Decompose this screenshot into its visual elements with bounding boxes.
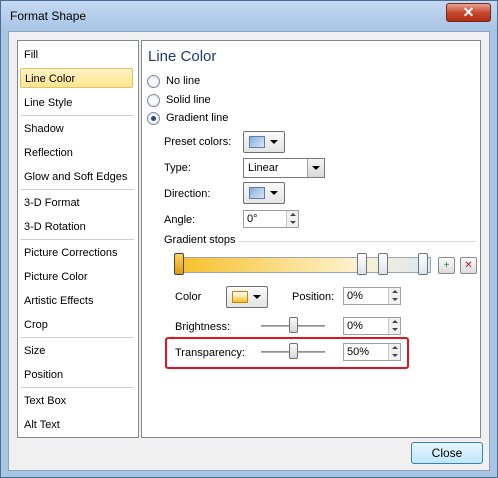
angle-value[interactable]: 0° xyxy=(247,213,258,225)
position-value[interactable]: 0% xyxy=(347,290,363,302)
nav-item-shadow[interactable]: Shadow xyxy=(24,119,130,139)
spin-down-icon[interactable] xyxy=(388,326,400,334)
spin-up-icon[interactable] xyxy=(286,211,298,219)
chevron-down-icon[interactable] xyxy=(307,159,324,177)
gradient-line-radio[interactable] xyxy=(147,112,160,125)
preset-colors-label: Preset colors: xyxy=(164,136,232,148)
nav-item-glow-soft-edges[interactable]: Glow and Soft Edges xyxy=(24,167,130,187)
no-line-radio[interactable] xyxy=(147,75,160,88)
nav-separator xyxy=(20,115,134,116)
dialog-client-area: Fill Line Color Line Style Shadow Reflec… xyxy=(8,31,490,471)
add-gradient-stop-button[interactable]: + xyxy=(438,257,455,274)
nav-separator xyxy=(20,337,134,338)
format-shape-dialog: Format Shape ✕ Fill Line Color Line Styl… xyxy=(0,0,498,478)
solid-line-label[interactable]: Solid line xyxy=(166,94,211,106)
gradient-line-label[interactable]: Gradient line xyxy=(166,112,228,124)
direction-label: Direction: xyxy=(164,188,211,200)
nav-item-fill[interactable]: Fill xyxy=(24,45,130,65)
title-bar: Format Shape ✕ xyxy=(1,1,497,31)
nav-item-3d-rotation[interactable]: 3-D Rotation xyxy=(24,217,130,237)
position-spinner[interactable]: 0% xyxy=(343,287,401,305)
chevron-down-icon xyxy=(253,295,261,299)
gradient-stop[interactable] xyxy=(357,253,367,275)
remove-gradient-stop-button[interactable]: ✕ xyxy=(460,257,477,274)
preset-colors-dropdown[interactable] xyxy=(243,131,285,153)
position-label: Position: xyxy=(292,291,335,303)
spin-down-icon[interactable] xyxy=(286,219,298,227)
no-line-label[interactable]: No line xyxy=(166,75,200,87)
brightness-value[interactable]: 0% xyxy=(347,320,363,332)
angle-label: Angle: xyxy=(164,214,196,226)
spin-up-icon[interactable] xyxy=(388,318,400,326)
brightness-spinner[interactable]: 0% xyxy=(343,317,401,335)
gradient-preset-swatch-icon xyxy=(249,136,265,148)
nav-separator xyxy=(20,387,134,388)
brightness-slider-thumb[interactable] xyxy=(289,317,298,333)
nav-separator xyxy=(20,239,134,240)
nav-item-artistic-effects[interactable]: Artistic Effects xyxy=(24,291,130,311)
nav-item-3d-format[interactable]: 3-D Format xyxy=(24,193,130,213)
nav-item-picture-color[interactable]: Picture Color xyxy=(24,267,130,287)
solid-line-radio[interactable] xyxy=(147,94,160,107)
stop-color-dropdown[interactable] xyxy=(226,286,268,308)
window-close-button[interactable]: ✕ xyxy=(446,3,491,22)
direction-swatch-icon xyxy=(249,187,265,199)
angle-spinner[interactable]: 0° xyxy=(243,210,299,228)
type-label: Type: xyxy=(164,162,191,174)
nav-item-size[interactable]: Size xyxy=(24,341,130,361)
paint-bucket-icon xyxy=(232,291,248,303)
nav-item-text-box[interactable]: Text Box xyxy=(24,391,130,411)
direction-dropdown[interactable] xyxy=(243,182,285,204)
nav-item-crop[interactable]: Crop xyxy=(24,315,130,335)
nav-separator xyxy=(20,189,134,190)
type-value: Linear xyxy=(248,162,279,174)
gradient-stop[interactable] xyxy=(378,253,388,275)
nav-item-position[interactable]: Position xyxy=(24,365,130,385)
close-button[interactable]: Close xyxy=(411,442,483,464)
chevron-down-icon xyxy=(270,140,278,144)
spin-up-icon[interactable] xyxy=(388,288,400,296)
gradient-stop-selected[interactable] xyxy=(174,253,184,275)
nav-item-line-style[interactable]: Line Style xyxy=(24,93,130,113)
spin-down-icon[interactable] xyxy=(388,296,400,304)
chevron-down-icon xyxy=(270,191,278,195)
color-label: Color xyxy=(175,291,202,303)
gradient-stops-bar[interactable] xyxy=(175,257,431,273)
nav-item-line-color[interactable]: Line Color xyxy=(20,68,133,88)
gradient-stop[interactable] xyxy=(418,253,428,275)
brightness-label: Brightness: xyxy=(175,321,231,333)
nav-item-reflection[interactable]: Reflection xyxy=(24,143,130,163)
category-nav: Fill Line Color Line Style Shadow Reflec… xyxy=(17,40,139,438)
nav-item-alt-text[interactable]: Alt Text xyxy=(24,415,130,435)
nav-item-picture-corrections[interactable]: Picture Corrections xyxy=(24,243,130,263)
type-select[interactable]: Linear xyxy=(243,158,325,178)
line-color-panel: Line Color No line Solid line Gradient l… xyxy=(141,40,481,438)
window-title: Format Shape xyxy=(10,9,87,23)
gradient-stops-label: Gradient stops xyxy=(164,234,236,246)
section-title: Line Color xyxy=(148,48,217,65)
group-divider xyxy=(238,241,476,242)
transparency-highlight-box xyxy=(165,337,409,369)
